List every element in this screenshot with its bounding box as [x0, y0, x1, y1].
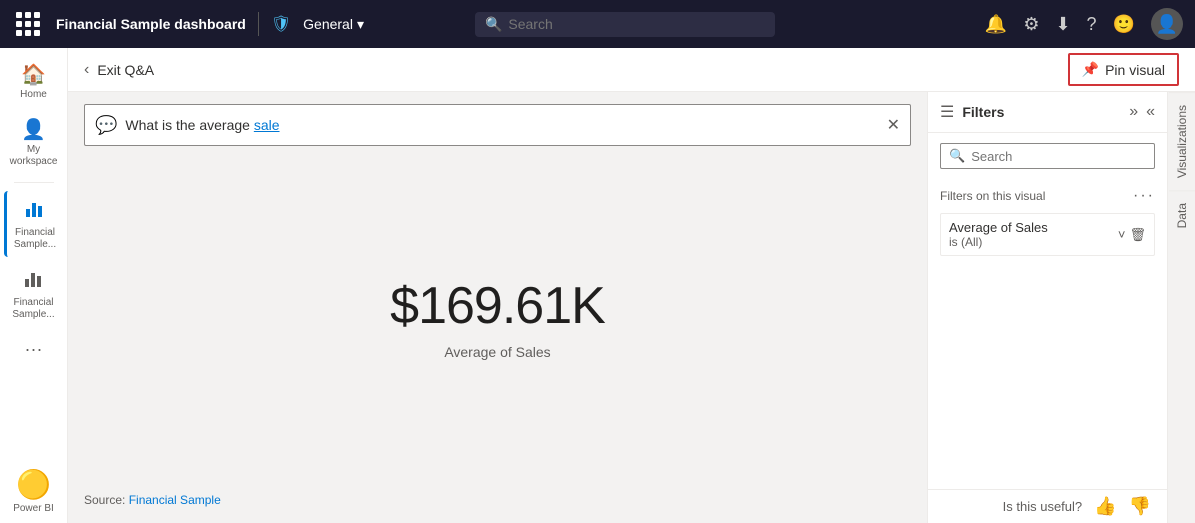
feedback-icon[interactable]: 🙂 — [1113, 14, 1135, 35]
global-search-input[interactable] — [508, 16, 765, 32]
filters-search-input[interactable] — [971, 149, 1147, 164]
sidebar-item-my-workspace[interactable]: 👤 My workspace — [4, 111, 64, 174]
pin-visual-button[interactable]: 📌 Pin visual — [1068, 53, 1179, 86]
filters-spacer — [928, 264, 1167, 489]
filters-section-title: Filters on this visual — [940, 189, 1045, 203]
sidebar-item-financial2-label: Financial Sample... — [8, 297, 60, 321]
filter-item-average-sales[interactable]: Average of Sales is (All) ˅ 🗑 — [940, 213, 1155, 256]
powerbi-label: Power BI — [13, 503, 54, 515]
filters-search-bar[interactable]: 🔍 — [940, 143, 1155, 169]
global-search-bar[interactable]: 🔍 — [475, 12, 775, 37]
sidebar-item-home[interactable]: 🏠 Home — [4, 56, 64, 107]
filters-collapse-icon[interactable]: « — [1146, 103, 1155, 121]
sidebar: 🏠 Home 👤 My workspace Financial Sample..… — [0, 48, 68, 523]
pin-icon: 📌 — [1082, 61, 1099, 78]
user-icon: 👤 — [1156, 14, 1178, 35]
settings-icon[interactable]: ⚙ — [1023, 14, 1039, 35]
filters-header: ☰ Filters » « — [928, 92, 1167, 133]
qa-toolbar: ‹ Exit Q&A 📌 Pin visual — [68, 48, 1195, 92]
notification-icon[interactable]: 🔔 — [985, 14, 1007, 35]
sidebar-more-button[interactable]: ··· — [17, 331, 51, 368]
filters-icon: ☰ — [940, 102, 954, 122]
sidebar-item-home-label: Home — [20, 89, 47, 101]
pin-visual-label: Pin visual — [1105, 62, 1165, 78]
chevron-down-icon: ▾ — [357, 16, 364, 33]
sidebar-item-financial-sample-1[interactable]: Financial Sample... — [4, 191, 64, 257]
filter-expand-icon[interactable]: ˅ — [1118, 227, 1126, 243]
sidebar-item-financial1-label: Financial Sample... — [11, 227, 60, 251]
filters-title: Filters — [962, 104, 1121, 120]
search-icon: 🔍 — [485, 16, 502, 33]
chat-icon: 💬 — [95, 115, 117, 136]
qa-visual-display: $169.61K Average of Sales — [84, 154, 911, 481]
top-nav: Financial Sample dashboard 🛡 General ▾ 🔍… — [0, 0, 1195, 48]
filter-clear-icon[interactable]: 🗑 — [1129, 227, 1146, 243]
data-tab-label: Data — [1175, 203, 1189, 228]
filter-item-content: Average of Sales is (All) — [949, 220, 1048, 249]
filters-section-header: Filters on this visual ··· — [940, 187, 1155, 205]
sidebar-item-workspace-label: My workspace — [8, 144, 60, 168]
main-layout: 🏠 Home 👤 My workspace Financial Sample..… — [0, 48, 1195, 523]
sidebar-separator — [14, 182, 54, 183]
feedback-label: Is this useful? — [1003, 499, 1083, 514]
app-title: Financial Sample dashboard — [56, 16, 246, 32]
back-button[interactable]: ‹ — [84, 61, 89, 79]
source-link[interactable]: Financial Sample — [129, 493, 221, 507]
filters-search-icon: 🔍 — [949, 148, 965, 164]
qa-input-text: What is the average sale — [125, 117, 279, 133]
sidebar-item-financial-sample-2[interactable]: Financial Sample... — [4, 261, 64, 327]
thumbs-up-icon[interactable]: 👍 — [1094, 496, 1116, 517]
filters-expand-icon[interactable]: » — [1129, 103, 1138, 121]
user-avatar[interactable]: 👤 — [1151, 8, 1183, 40]
visualizations-tab-label: Visualizations — [1175, 105, 1189, 178]
shield-icon: 🛡 — [271, 14, 291, 34]
workspace-selector[interactable]: General ▾ — [303, 16, 364, 33]
source-prefix: Source: — [84, 493, 125, 507]
qa-area: 💬 What is the average sale ✕ $169.61K Av… — [68, 92, 927, 523]
filters-section: Filters on this visual ··· Average of Sa… — [928, 179, 1167, 264]
thumbs-down-icon[interactable]: 👎 — [1129, 496, 1151, 517]
qa-input-bar[interactable]: 💬 What is the average sale ✕ — [84, 104, 911, 146]
filter-item-name: Average of Sales — [949, 220, 1048, 235]
filters-more-options-icon[interactable]: ··· — [1133, 187, 1155, 205]
my-workspace-icon: 👤 — [21, 117, 46, 142]
apps-grid-icon[interactable] — [12, 8, 44, 40]
help-icon[interactable]: ? — [1087, 14, 1097, 35]
qa-result-value: $169.61K — [390, 276, 605, 336]
visualizations-tab[interactable]: Visualizations — [1169, 92, 1195, 190]
home-icon: 🏠 — [21, 62, 46, 87]
qa-footer: Source: Financial Sample — [84, 489, 911, 511]
filter-item-value: is (All) — [949, 235, 1048, 249]
filter-item-icons: ˅ 🗑 — [1118, 227, 1146, 243]
underlined-sale-word: sale — [254, 117, 280, 133]
filters-panel: ☰ Filters » « 🔍 Filters on this visual ·… — [927, 92, 1167, 523]
download-icon[interactable]: ⬇ — [1055, 14, 1070, 35]
main-content: ‹ Exit Q&A 📌 Pin visual 💬 What is the av… — [68, 48, 1195, 523]
content-area: 💬 What is the average sale ✕ $169.61K Av… — [68, 92, 1195, 523]
sidebar-powerbi-branding: 🟡 Power BI — [13, 468, 54, 515]
financial-bar-icon — [23, 267, 45, 295]
powerbi-logo-icon: 🟡 — [16, 468, 51, 501]
financial-chart-icon — [24, 197, 46, 225]
exit-qa-label: Exit Q&A — [97, 62, 154, 78]
right-side-tabs: Visualizations Data — [1167, 92, 1195, 523]
qa-result-subtitle: Average of Sales — [444, 344, 550, 360]
qa-close-button[interactable]: ✕ — [887, 115, 900, 135]
nav-divider — [258, 12, 259, 36]
nav-action-icons: 🔔 ⚙ ⬇ ? 🙂 👤 — [985, 8, 1183, 40]
data-tab[interactable]: Data — [1169, 190, 1195, 240]
workspace-label: General — [303, 16, 353, 32]
feedback-row: Is this useful? 👍 👎 — [928, 489, 1167, 523]
